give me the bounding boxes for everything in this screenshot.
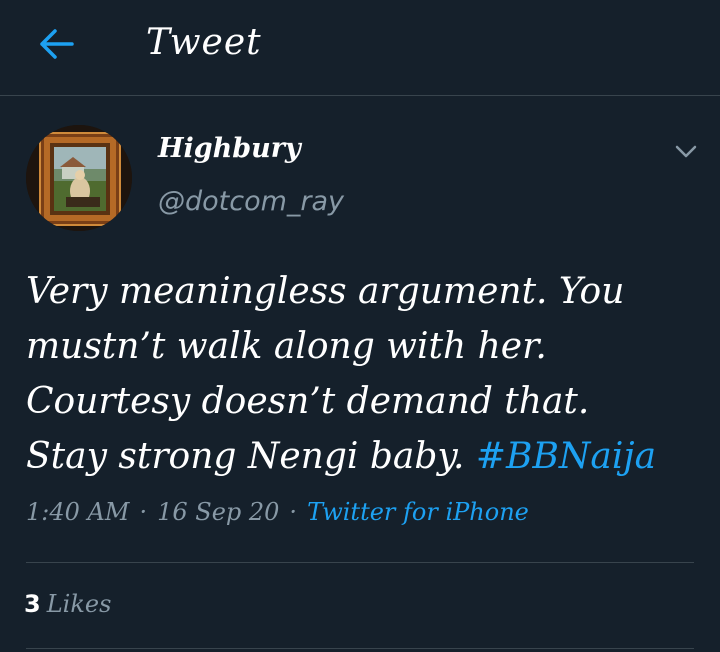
tweet-text: Very meaningless argument. You mustn’t w… — [26, 264, 706, 484]
tweet-text-line: mustn’t walk along with her. — [26, 326, 547, 367]
page-title: Tweet — [146, 22, 262, 63]
tweet-options-button[interactable] — [672, 142, 700, 162]
back-button[interactable] — [34, 24, 78, 64]
hashtag-link[interactable]: #BBNaija — [476, 436, 656, 477]
author-handle[interactable]: @dotcom_ray — [158, 186, 344, 217]
likes-label: Likes — [46, 590, 112, 618]
likes-stat[interactable]: 3 Likes — [24, 590, 111, 618]
arrow-left-icon — [40, 29, 74, 59]
tweet-time: 1:40 AM — [26, 498, 130, 526]
framed-painting-avatar — [26, 125, 132, 231]
separator-dot: · — [289, 498, 298, 526]
divider — [26, 648, 694, 649]
author-display-name[interactable]: Highbury — [158, 133, 301, 164]
likes-count: 3 — [24, 590, 41, 618]
tweet-text-line: Very meaningless argument. You — [26, 271, 625, 312]
chevron-down-icon — [675, 145, 697, 158]
tweet-text-line: Stay strong Nengi baby. — [26, 436, 476, 477]
tweet-date: 16 Sep 20 — [157, 498, 280, 526]
tweet-metadata: 1:40 AM · 16 Sep 20 · Twitter for iPhone — [26, 498, 529, 526]
tweet-text-line: Courtesy doesn’t demand that. — [26, 381, 590, 422]
tweet-source-link[interactable]: Twitter for iPhone — [307, 498, 529, 526]
separator-dot: · — [139, 498, 148, 526]
top-bar: Tweet — [0, 0, 720, 96]
divider — [26, 562, 694, 563]
avatar[interactable] — [26, 125, 132, 231]
